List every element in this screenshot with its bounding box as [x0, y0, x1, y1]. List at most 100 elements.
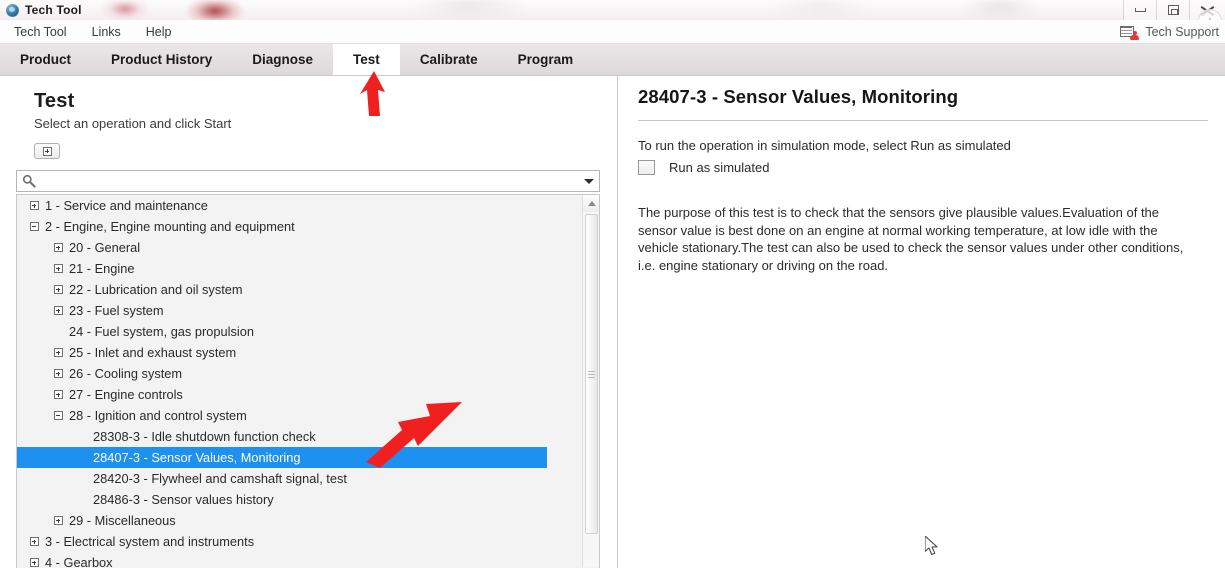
tab-program[interactable]: Program: [498, 44, 594, 75]
tree-item-label: 25 - Inlet and exhaust system: [69, 345, 237, 360]
minus-icon: [29, 222, 39, 231]
tree-expand-icon[interactable]: [27, 552, 41, 567]
title-bar: Tech Tool i: [0, 0, 1225, 20]
plus-icon: [53, 348, 63, 357]
tree-item-label: 24 - Fuel system, gas propulsion: [69, 324, 254, 339]
tree-item[interactable]: 25 - Inlet and exhaust system: [17, 342, 583, 363]
run-as-simulated-checkbox[interactable]: [638, 160, 655, 175]
tree-item-label: 29 - Miscellaneous: [69, 513, 176, 528]
menu-item-help[interactable]: Help: [135, 22, 183, 42]
tree-item[interactable]: 4 - Gearbox: [17, 552, 583, 567]
test-selection-pane: Test Select an operation and click Start: [0, 76, 618, 568]
run-as-simulated-row[interactable]: Run as simulated: [638, 160, 769, 175]
tree-item[interactable]: 23 - Fuel system: [17, 300, 583, 321]
tree-item[interactable]: 1 - Service and maintenance: [17, 195, 583, 216]
tree-expand-icon[interactable]: [27, 531, 41, 552]
search-icon: [17, 171, 41, 191]
plus-icon: [53, 243, 63, 252]
scrollbar-grip-icon: [588, 370, 595, 378]
tree-expand-icon[interactable]: [51, 279, 65, 300]
tree-item-label: 28420-3 - Flywheel and camshaft signal, …: [93, 471, 347, 486]
plus-icon: [53, 285, 63, 294]
page-title: Test: [34, 90, 75, 112]
tree-item-label: 21 - Engine: [69, 261, 135, 276]
expand-all-button[interactable]: [34, 143, 60, 159]
tree-item[interactable]: 2 - Engine, Engine mounting and equipmen…: [17, 216, 583, 237]
tree-item-label: 23 - Fuel system: [69, 303, 164, 318]
tree-item[interactable]: 3 - Electrical system and instruments: [17, 531, 583, 552]
tree-item[interactable]: 26 - Cooling system: [17, 363, 583, 384]
plus-icon: [53, 516, 63, 525]
tree-item[interactable]: 28420-3 - Flywheel and camshaft signal, …: [17, 468, 583, 489]
scrollbar-thumb[interactable]: [585, 214, 598, 534]
tree-item-label: 28486-3 - Sensor values history: [93, 492, 274, 507]
plus-icon: [53, 306, 63, 315]
tree-expand-icon[interactable]: [51, 384, 65, 405]
tree-item-label: 1 - Service and maintenance: [45, 198, 208, 213]
operation-title: 28407-3 - Sensor Values, Monitoring: [638, 86, 959, 107]
tree-item[interactable]: 20 - General: [17, 237, 583, 258]
tree-item-label: 20 - General: [69, 240, 141, 255]
menu-item-links[interactable]: Links: [81, 22, 132, 42]
application-window: Tech Tool i Tech Tool Links Help Tech Su…: [0, 0, 1225, 568]
tech-support-contact-icon: [1120, 25, 1140, 40]
tab-test[interactable]: Test: [333, 44, 400, 75]
plus-icon: [29, 201, 39, 210]
tree-item[interactable]: 28 - Ignition and control system: [17, 405, 583, 426]
operation-tree[interactable]: 1 - Service and maintenance 2 - Engine, E…: [17, 195, 583, 567]
tree-collapse-icon[interactable]: [27, 216, 41, 237]
tree-item[interactable]: 27 - Engine controls: [17, 384, 583, 405]
simulation-instruction: To run the operation in simulation mode,…: [638, 138, 1011, 153]
tree-item[interactable]: 22 - Lubrication and oil system: [17, 279, 583, 300]
tree-toggle-spacer: [75, 447, 89, 468]
tree-item-label: 27 - Engine controls: [69, 387, 183, 402]
minimize-icon: [1134, 8, 1146, 12]
tree-item-label: 22 - Lubrication and oil system: [69, 282, 243, 297]
menu-bar-right: Tech Support: [1120, 20, 1219, 44]
content-area: Test Select an operation and click Start: [0, 76, 1225, 568]
tab-product[interactable]: Product: [0, 44, 91, 75]
tree-item[interactable]: 28486-3 - Sensor values history: [17, 489, 583, 510]
restore-button[interactable]: [1156, 0, 1189, 20]
window-title: Tech Tool: [25, 3, 82, 17]
tree-expand-icon[interactable]: [51, 258, 65, 279]
tree-item-label: 26 - Cooling system: [69, 366, 183, 381]
restore-icon: [1167, 5, 1179, 15]
tree-item-label: 28 - Ignition and control system: [69, 408, 247, 423]
menu-bar: Tech Tool Links Help Tech Support: [0, 20, 1225, 44]
app-globe-icon: [6, 3, 19, 17]
tab-product-history[interactable]: Product History: [91, 44, 232, 75]
tree-expand-icon[interactable]: [51, 342, 65, 363]
tech-support-label[interactable]: Tech Support: [1145, 25, 1219, 39]
tree-vertical-scrollbar[interactable]: [582, 195, 599, 567]
tree-expand-icon[interactable]: [51, 300, 65, 321]
search-dropdown-button[interactable]: [579, 171, 599, 191]
plus-icon: [29, 558, 39, 567]
tree-item[interactable]: 24 - Fuel system, gas propulsion: [17, 321, 583, 342]
minimize-button[interactable]: [1123, 0, 1156, 20]
chevron-up-icon: [587, 201, 596, 206]
tab-diagnose[interactable]: Diagnose: [232, 44, 333, 75]
tree-item[interactable]: 28308-3 - Idle shutdown function check: [17, 426, 583, 447]
expand-all-icon: [42, 146, 52, 156]
tree-toggle-spacer: [75, 426, 89, 447]
search-input[interactable]: [41, 172, 579, 190]
run-as-simulated-label: Run as simulated: [669, 160, 770, 175]
tree-expand-icon[interactable]: [51, 510, 65, 531]
search-bar[interactable]: [16, 170, 600, 192]
scroll-up-button[interactable]: [583, 195, 599, 212]
tree-item[interactable]: 29 - Miscellaneous: [17, 510, 583, 531]
tree-collapse-icon[interactable]: [51, 405, 65, 426]
tree-item-label: 4 - Gearbox: [45, 555, 113, 567]
plus-icon: [53, 390, 63, 399]
tree-item-selected[interactable]: 28407-3 - Sensor Values, Monitoring: [17, 447, 547, 468]
tab-calibrate[interactable]: Calibrate: [400, 44, 498, 75]
tree-item[interactable]: 21 - Engine: [17, 258, 583, 279]
title-bar-background-image: [0, 0, 1225, 20]
tree-expand-icon[interactable]: [51, 363, 65, 384]
tree-expand-icon[interactable]: [51, 237, 65, 258]
plus-icon: [29, 537, 39, 546]
menu-item-tech-tool[interactable]: Tech Tool: [3, 22, 78, 42]
chevron-down-icon: [584, 178, 594, 184]
tree-expand-icon[interactable]: [27, 195, 41, 216]
